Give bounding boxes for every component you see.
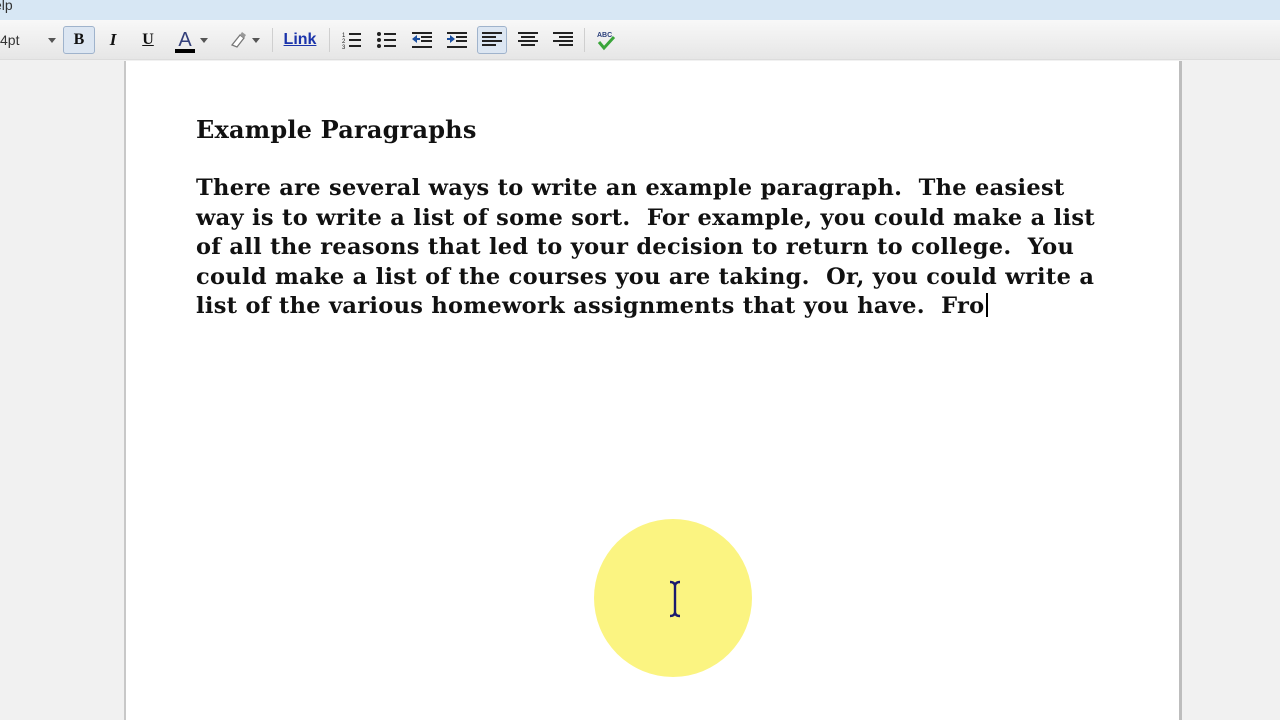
align-left-icon <box>482 32 502 46</box>
document-heading: Example Paragraphs <box>196 115 477 144</box>
align-right-button[interactable] <box>549 26 577 54</box>
text-caret <box>985 293 988 318</box>
body-line: list of the various homework assignments… <box>196 293 985 320</box>
numbered-list-icon: 123 <box>342 33 361 50</box>
menu-help[interactable]: elp <box>0 0 13 13</box>
decrease-indent-button[interactable] <box>408 26 436 54</box>
increase-indent-button[interactable] <box>443 26 471 54</box>
highlighter-icon <box>230 32 246 48</box>
body-line: way is to write a list of some sort. For… <box>196 204 1095 231</box>
align-left-button[interactable] <box>477 26 507 54</box>
bold-button[interactable]: B <box>63 26 95 54</box>
underline-button[interactable]: U <box>134 26 162 54</box>
svg-text:3: 3 <box>342 45 346 50</box>
align-center-icon <box>518 32 538 46</box>
toolbar-divider <box>272 28 273 52</box>
spellcheck-icon: ABC <box>597 32 616 51</box>
i-beam-cursor-icon <box>669 580 681 618</box>
highlight-color-button[interactable] <box>222 26 266 54</box>
body-line: of all the reasons that led to your deci… <box>196 234 1075 261</box>
chevron-down-icon <box>48 38 56 43</box>
spellcheck-button[interactable]: ABC <box>592 26 620 54</box>
link-button[interactable]: Link <box>279 26 321 54</box>
chevron-down-icon <box>200 37 208 43</box>
chevron-down-icon <box>252 37 260 43</box>
font-size-select[interactable]: 4pt <box>0 26 60 54</box>
text-color-button[interactable]: A <box>168 26 214 54</box>
document-body[interactable]: There are several ways to write an examp… <box>196 174 1126 322</box>
bulleted-list-button[interactable] <box>373 26 401 54</box>
body-line: could make a list of the courses you are… <box>196 263 1095 290</box>
toolbar-divider <box>584 28 585 52</box>
text-color-swatch <box>175 48 195 53</box>
body-line: There are several ways to write an examp… <box>196 175 1065 201</box>
italic-button[interactable]: I <box>99 26 127 54</box>
text-color-letter: A <box>178 28 192 51</box>
indent-icon <box>447 32 467 48</box>
outdent-icon <box>412 32 432 48</box>
toolbar-divider <box>329 28 330 52</box>
formatting-toolbar: 4pt B I U A Link 123 ABC <box>0 20 1280 60</box>
font-size-value: 4pt <box>0 32 20 48</box>
bulleted-list-icon <box>377 32 396 48</box>
svg-text:ABC: ABC <box>597 32 612 39</box>
align-right-icon <box>553 32 573 46</box>
align-center-button[interactable] <box>514 26 542 54</box>
text-color-icon: A <box>174 28 196 53</box>
numbered-list-button[interactable]: 123 <box>338 26 366 54</box>
menu-bar: elp <box>0 0 1280 20</box>
